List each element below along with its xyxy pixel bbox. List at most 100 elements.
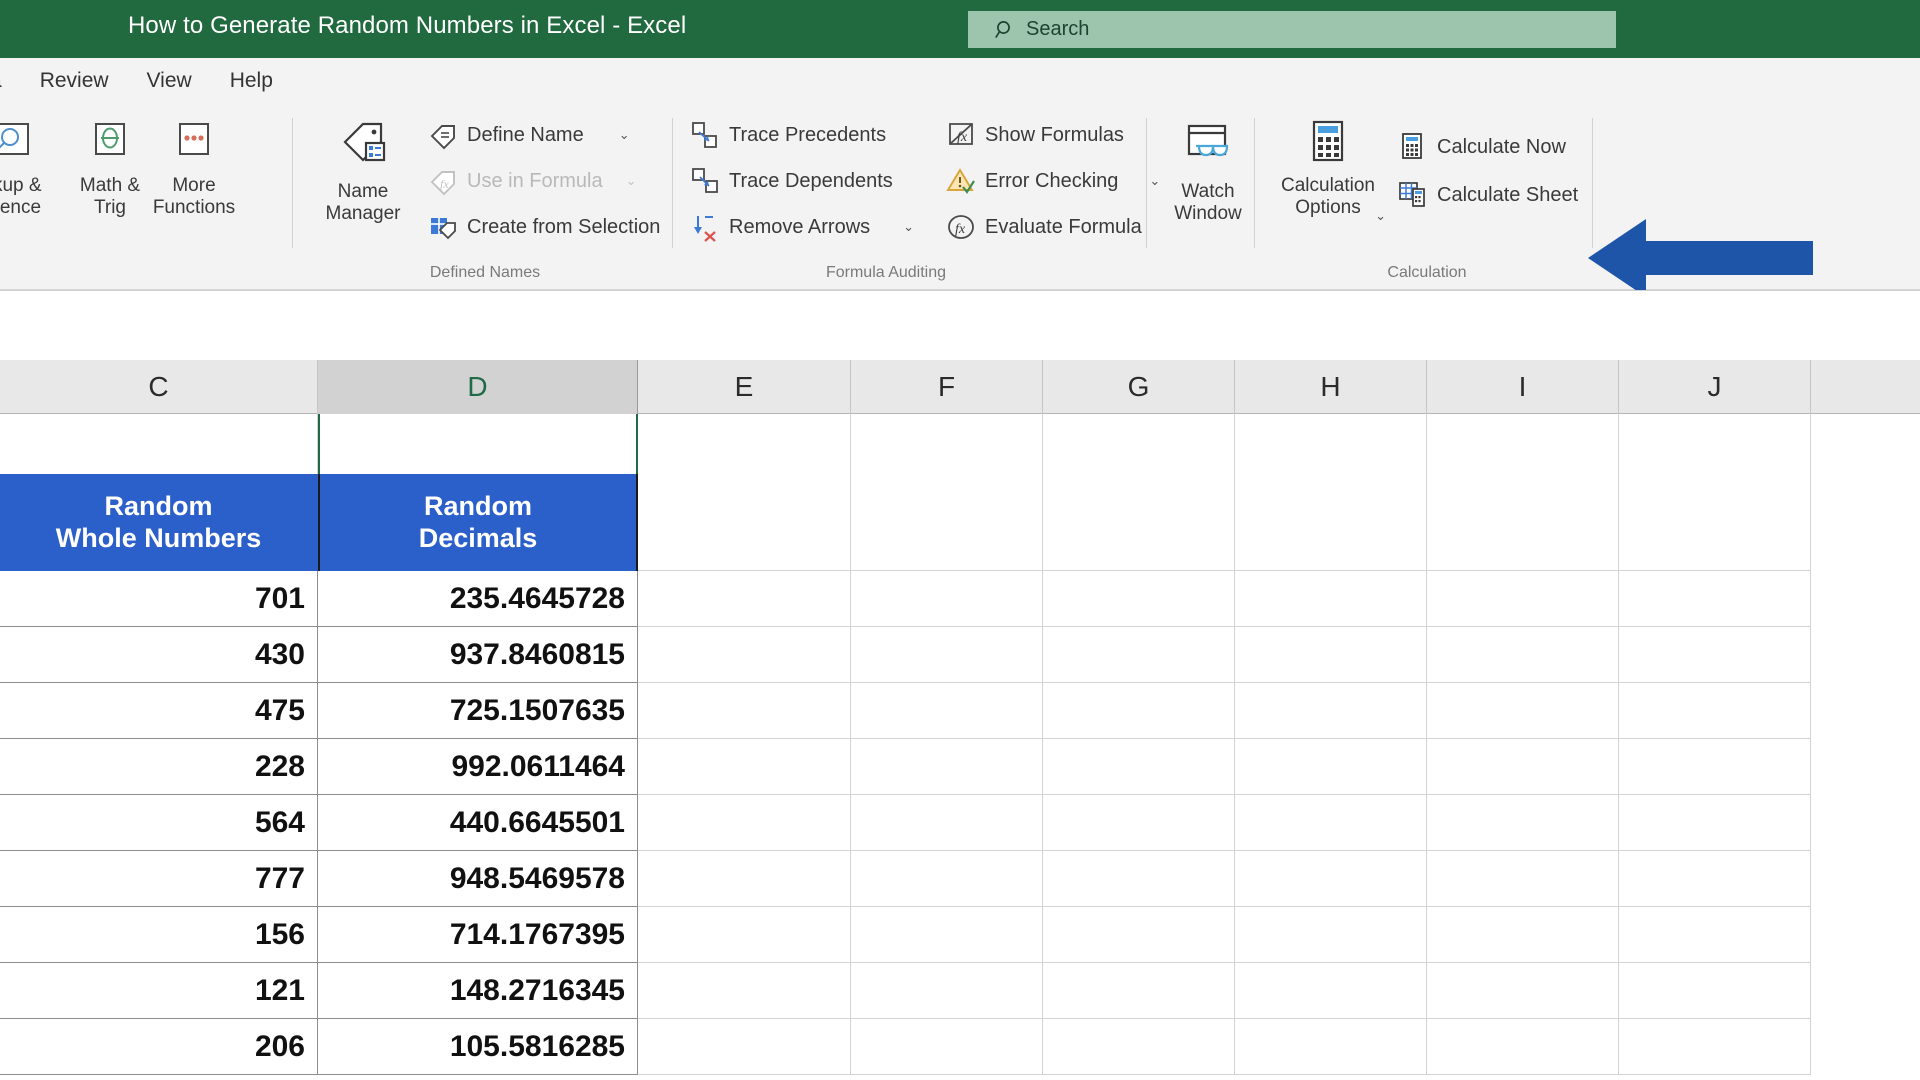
- search-input[interactable]: Search: [1026, 18, 1089, 41]
- cell-i-9[interactable]: [1427, 1019, 1619, 1075]
- cell-decimal-3[interactable]: 725.1507635: [318, 683, 638, 739]
- cell-f-8[interactable]: [851, 963, 1043, 1019]
- cell-g-8[interactable]: [1043, 963, 1235, 1019]
- trace-dependents-button[interactable]: Trace Dependents: [690, 162, 893, 200]
- cell-i-4[interactable]: [1427, 739, 1619, 795]
- watch-window-button[interactable]: Watch Window: [1158, 112, 1258, 242]
- cell-f-5[interactable]: [851, 795, 1043, 851]
- cell-i-empty[interactable]: [1427, 414, 1619, 474]
- column-header-d[interactable]: D: [318, 360, 638, 414]
- cell-g-2[interactable]: [1043, 627, 1235, 683]
- cell-g-7[interactable]: [1043, 907, 1235, 963]
- chevron-down-icon[interactable]: ⌄: [626, 173, 637, 189]
- cell-e-4[interactable]: [638, 739, 851, 795]
- cell-g-9[interactable]: [1043, 1019, 1235, 1075]
- cell-whole-6[interactable]: 777: [0, 851, 318, 907]
- evaluate-formula-button[interactable]: fx Evaluate Formula: [946, 208, 1142, 246]
- tab-review[interactable]: Review: [21, 58, 128, 104]
- cell-whole-4[interactable]: 228: [0, 739, 318, 795]
- cell-j-4[interactable]: [1619, 739, 1811, 795]
- cell-decimal-9[interactable]: 105.5816285: [318, 1019, 638, 1075]
- column-header-f[interactable]: F: [851, 360, 1043, 414]
- create-from-selection-button[interactable]: Create from Selection: [428, 208, 660, 246]
- cell-decimal-6[interactable]: 948.5469578: [318, 851, 638, 907]
- cell-g-6[interactable]: [1043, 851, 1235, 907]
- cell-whole-3[interactable]: 475: [0, 683, 318, 739]
- show-formulas-button[interactable]: fx Show Formulas: [946, 116, 1124, 154]
- cell-j-8[interactable]: [1619, 963, 1811, 1019]
- chevron-down-icon[interactable]: ⌄: [1375, 208, 1386, 224]
- cell-i-2[interactable]: [1427, 627, 1619, 683]
- cell-h-2[interactable]: [1235, 627, 1427, 683]
- cell-j-3[interactable]: [1619, 683, 1811, 739]
- more-functions-button[interactable]: More Functions: [140, 112, 248, 242]
- name-manager-button[interactable]: Name Manager: [308, 112, 418, 242]
- cell-whole-7[interactable]: 156: [0, 907, 318, 963]
- cell-e-8[interactable]: [638, 963, 851, 1019]
- cell-f-1[interactable]: [851, 571, 1043, 627]
- cell-f-7[interactable]: [851, 907, 1043, 963]
- cell-h-9[interactable]: [1235, 1019, 1427, 1075]
- cell-e-6[interactable]: [638, 851, 851, 907]
- cell-f-2[interactable]: [851, 627, 1043, 683]
- cell-e-empty[interactable]: [638, 414, 851, 474]
- cell-c-empty[interactable]: [0, 414, 318, 474]
- cell-j-empty[interactable]: [1619, 414, 1811, 474]
- cell-j-7[interactable]: [1619, 907, 1811, 963]
- cell-decimal-2[interactable]: 937.8460815: [318, 627, 638, 683]
- cell-f-9[interactable]: [851, 1019, 1043, 1075]
- column-header-j[interactable]: J: [1619, 360, 1811, 414]
- cell-decimal-1[interactable]: 235.4645728: [318, 571, 638, 627]
- cell-h-4[interactable]: [1235, 739, 1427, 795]
- cell-whole-2[interactable]: 430: [0, 627, 318, 683]
- cell-h-3[interactable]: [1235, 683, 1427, 739]
- cell-i-7[interactable]: [1427, 907, 1619, 963]
- cell-whole-9[interactable]: 206: [0, 1019, 318, 1075]
- cell-f-hdr[interactable]: [851, 474, 1043, 571]
- cell-h-5[interactable]: [1235, 795, 1427, 851]
- column-header-c[interactable]: C: [0, 360, 318, 414]
- tab-help[interactable]: Help: [211, 58, 292, 104]
- cell-g-3[interactable]: [1043, 683, 1235, 739]
- cell-j-6[interactable]: [1619, 851, 1811, 907]
- calculate-now-button[interactable]: Calculate Now: [1398, 128, 1566, 166]
- cell-j-1[interactable]: [1619, 571, 1811, 627]
- cell-j-5[interactable]: [1619, 795, 1811, 851]
- cell-e-9[interactable]: [638, 1019, 851, 1075]
- column-header-g[interactable]: G: [1043, 360, 1235, 414]
- cell-g-empty[interactable]: [1043, 414, 1235, 474]
- trace-precedents-button[interactable]: Trace Precedents: [690, 116, 886, 154]
- cell-whole-8[interactable]: 121: [0, 963, 318, 1019]
- cell-whole-1[interactable]: 701: [0, 571, 318, 627]
- cell-e-2[interactable]: [638, 627, 851, 683]
- cell-f-4[interactable]: [851, 739, 1043, 795]
- cell-j-9[interactable]: [1619, 1019, 1811, 1075]
- cell-h-7[interactable]: [1235, 907, 1427, 963]
- cell-decimal-4[interactable]: 992.0611464: [318, 739, 638, 795]
- tab-view[interactable]: View: [128, 58, 211, 104]
- cell-f-3[interactable]: [851, 683, 1043, 739]
- cell-i-3[interactable]: [1427, 683, 1619, 739]
- table-header-random-decimals[interactable]: Random Decimals: [318, 474, 638, 571]
- cell-g-hdr[interactable]: [1043, 474, 1235, 571]
- cell-j-2[interactable]: [1619, 627, 1811, 683]
- remove-arrows-button[interactable]: Remove Arrows ⌄: [690, 208, 914, 246]
- cell-e-hdr[interactable]: [638, 474, 851, 571]
- cell-e-5[interactable]: [638, 795, 851, 851]
- cell-whole-5[interactable]: 564: [0, 795, 318, 851]
- tab-data[interactable]: a: [0, 58, 21, 104]
- calculation-options-button[interactable]: Calculation Options ⌄: [1268, 112, 1388, 242]
- table-header-random-whole-numbers[interactable]: Random Whole Numbers: [0, 474, 318, 571]
- use-in-formula-button[interactable]: fx Use in Formula ⌄: [428, 162, 637, 200]
- cell-h-1[interactable]: [1235, 571, 1427, 627]
- cell-f-6[interactable]: [851, 851, 1043, 907]
- cell-decimal-5[interactable]: 440.6645501: [318, 795, 638, 851]
- define-name-button[interactable]: Define Name ⌄: [428, 116, 630, 154]
- cell-g-4[interactable]: [1043, 739, 1235, 795]
- cell-i-6[interactable]: [1427, 851, 1619, 907]
- chevron-down-icon[interactable]: ⌄: [619, 127, 630, 143]
- cell-i-hdr[interactable]: [1427, 474, 1619, 571]
- cell-h-empty[interactable]: [1235, 414, 1427, 474]
- cell-e-1[interactable]: [638, 571, 851, 627]
- cell-decimal-7[interactable]: 714.1767395: [318, 907, 638, 963]
